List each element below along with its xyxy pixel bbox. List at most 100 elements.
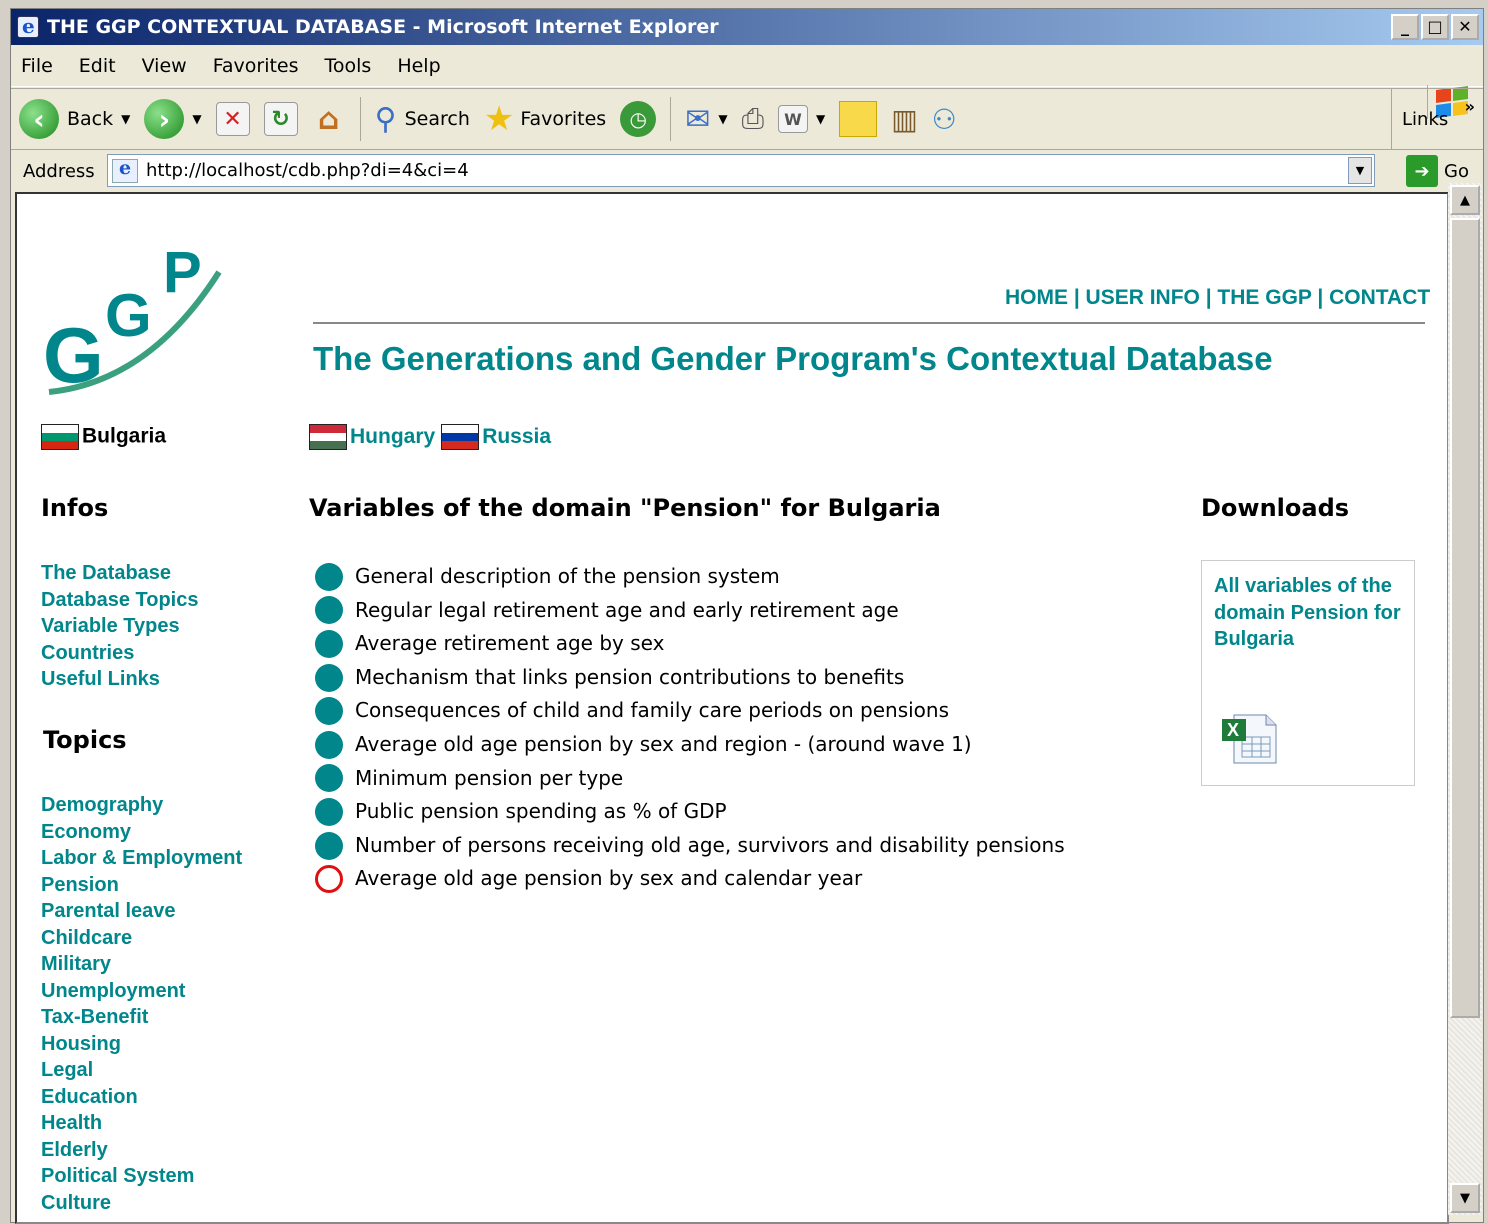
variable-item[interactable]: Average old age pension by sex and calen… bbox=[315, 862, 1065, 896]
address-input[interactable]: http://localhost/cdb.php?di=4&ci=4 ▼ bbox=[107, 154, 1375, 187]
top-navigation[interactable]: HOME | USER INFO | THE GGP | CONTACT bbox=[1005, 286, 1430, 310]
topic-link[interactable]: Childcare bbox=[41, 925, 242, 952]
topic-link[interactable]: Unemployment bbox=[41, 978, 242, 1005]
links-label: Links bbox=[1402, 108, 1449, 130]
download-link[interactable]: All variables of the domain Pension for … bbox=[1214, 573, 1402, 653]
mail-dropdown-icon[interactable]: ▼ bbox=[718, 112, 727, 126]
messenger-button[interactable]: ⚇ bbox=[932, 103, 957, 136]
research-button[interactable]: ▥ bbox=[891, 103, 917, 136]
topic-link[interactable]: Culture bbox=[41, 1190, 242, 1217]
country-switcher: Hungary Russia bbox=[309, 424, 557, 450]
variable-item[interactable]: Average retirement age by sex bbox=[315, 627, 1065, 661]
current-country: Bulgaria bbox=[41, 424, 166, 450]
variable-item[interactable]: Consequences of child and family care pe… bbox=[315, 694, 1065, 728]
variable-item[interactable]: Average old age pension by sex and regio… bbox=[315, 728, 1065, 762]
available-dot-icon bbox=[315, 562, 343, 591]
address-url: http://localhost/cdb.php?di=4&ci=4 bbox=[146, 160, 469, 181]
history-button[interactable]: ◷ bbox=[620, 101, 657, 137]
print-button[interactable]: ⎙ bbox=[742, 102, 764, 136]
home-button[interactable]: ⌂ bbox=[312, 102, 346, 137]
scroll-down-icon[interactable]: ▼ bbox=[1450, 1183, 1480, 1213]
variable-item[interactable]: General description of the pension syste… bbox=[315, 560, 1065, 594]
close-button[interactable]: ✕ bbox=[1451, 14, 1479, 40]
variable-label: Consequences of child and family care pe… bbox=[355, 698, 950, 723]
stop-button[interactable]: ✕ bbox=[215, 102, 250, 136]
variable-item[interactable]: Regular legal retirement age and early r… bbox=[315, 594, 1065, 628]
available-dot-icon bbox=[315, 764, 343, 793]
topic-link[interactable]: Military bbox=[41, 951, 242, 978]
menu-file[interactable]: File bbox=[21, 55, 53, 77]
edit-dropdown-icon[interactable]: ▼ bbox=[816, 112, 825, 126]
menu-favorites[interactable]: Favorites bbox=[213, 55, 299, 77]
infos-links: The Database Database Topics Variable Ty… bbox=[41, 560, 198, 693]
excel-file-icon[interactable]: X bbox=[1220, 713, 1278, 765]
topic-link[interactable]: Pension bbox=[41, 872, 242, 899]
topics-heading: Topics bbox=[43, 726, 127, 754]
browser-window: THE GGP CONTEXTUAL DATABASE - Microsoft … bbox=[10, 8, 1484, 1224]
search-icon: ⚲ bbox=[374, 101, 397, 137]
variable-item[interactable]: Minimum pension per type bbox=[315, 762, 1065, 796]
menu-help[interactable]: Help bbox=[397, 55, 440, 77]
available-dot-icon bbox=[315, 596, 343, 625]
mail-button[interactable]: ✉ ▼ bbox=[685, 102, 727, 137]
missing-dot-icon bbox=[315, 865, 343, 894]
topic-link[interactable]: Education bbox=[41, 1084, 242, 1111]
info-link[interactable]: Useful Links bbox=[41, 666, 198, 693]
topic-link[interactable]: Health bbox=[41, 1110, 242, 1137]
discuss-button[interactable] bbox=[839, 101, 878, 137]
russia-flag-icon[interactable] bbox=[441, 424, 480, 450]
variable-item[interactable]: Public pension spending as % of GDP bbox=[315, 795, 1065, 829]
info-link[interactable]: The Database bbox=[41, 560, 198, 587]
page-icon bbox=[112, 157, 138, 183]
window-title: THE GGP CONTEXTUAL DATABASE - Microsoft … bbox=[47, 16, 719, 38]
header-divider bbox=[313, 322, 1425, 324]
forward-dropdown-icon[interactable]: ▼ bbox=[192, 112, 201, 126]
links-toolbar[interactable]: Links » bbox=[1391, 89, 1483, 149]
topic-link[interactable]: Labor & Employment bbox=[41, 845, 242, 872]
scroll-thumb[interactable] bbox=[1450, 218, 1480, 1018]
back-button[interactable]: ‹ Back ▼ bbox=[19, 99, 130, 139]
topic-link[interactable]: Economy bbox=[41, 819, 242, 846]
chevron-right-icon[interactable]: » bbox=[1465, 97, 1475, 116]
scroll-up-icon[interactable]: ▲ bbox=[1450, 185, 1480, 215]
info-link[interactable]: Variable Types bbox=[41, 613, 198, 640]
favorites-label: Favorites bbox=[520, 108, 607, 130]
page-title: The Generations and Gender Program's Con… bbox=[313, 340, 1273, 377]
menu-tools[interactable]: Tools bbox=[325, 55, 372, 77]
edit-button[interactable]: W ▼ bbox=[777, 105, 825, 133]
variable-label: Regular legal retirement age and early r… bbox=[355, 597, 899, 622]
address-label: Address bbox=[23, 160, 95, 182]
forward-button[interactable]: › ▼ bbox=[144, 99, 202, 139]
minimize-button[interactable]: _ bbox=[1391, 14, 1419, 40]
info-link[interactable]: Countries bbox=[41, 640, 198, 667]
word-icon: W bbox=[777, 105, 808, 133]
address-bar: Address http://localhost/cdb.php?di=4&ci… bbox=[11, 150, 1483, 192]
download-box: All variables of the domain Pension for … bbox=[1201, 560, 1415, 786]
refresh-button[interactable]: ↻ bbox=[263, 102, 298, 136]
topic-link[interactable]: Demography bbox=[41, 792, 242, 819]
favorites-button[interactable]: ★ Favorites bbox=[484, 99, 606, 139]
address-dropdown-icon[interactable]: ▼ bbox=[1348, 157, 1372, 184]
available-dot-icon bbox=[315, 663, 343, 692]
star-icon: ★ bbox=[483, 99, 515, 139]
search-button[interactable]: ⚲ Search bbox=[375, 102, 470, 137]
page-content: G G P HOME | USER INFO | THE GGP | CONTA… bbox=[15, 192, 1449, 1224]
topic-link[interactable]: Housing bbox=[41, 1031, 242, 1058]
maximize-button[interactable]: □ bbox=[1421, 14, 1449, 40]
country-link-russia[interactable]: Russia bbox=[482, 425, 551, 448]
topic-link[interactable]: Elderly bbox=[41, 1137, 242, 1164]
vertical-scrollbar[interactable]: ▲ ▼ bbox=[1448, 183, 1482, 1215]
country-link-hungary[interactable]: Hungary bbox=[350, 425, 435, 448]
info-link[interactable]: Database Topics bbox=[41, 587, 198, 614]
go-arrow-icon: ➔ bbox=[1406, 155, 1439, 187]
back-dropdown-icon[interactable]: ▼ bbox=[121, 112, 130, 126]
topic-link[interactable]: Tax-Benefit bbox=[41, 1004, 242, 1031]
variable-item[interactable]: Number of persons receiving old age, sur… bbox=[315, 829, 1065, 863]
menu-view[interactable]: View bbox=[142, 55, 187, 77]
topic-link[interactable]: Parental leave bbox=[41, 898, 242, 925]
variable-item[interactable]: Mechanism that links pension contributio… bbox=[315, 661, 1065, 695]
menu-edit[interactable]: Edit bbox=[79, 55, 116, 77]
topic-link[interactable]: Legal bbox=[41, 1057, 242, 1084]
topic-link[interactable]: Political System bbox=[41, 1163, 242, 1190]
hungary-flag-icon[interactable] bbox=[309, 424, 347, 450]
